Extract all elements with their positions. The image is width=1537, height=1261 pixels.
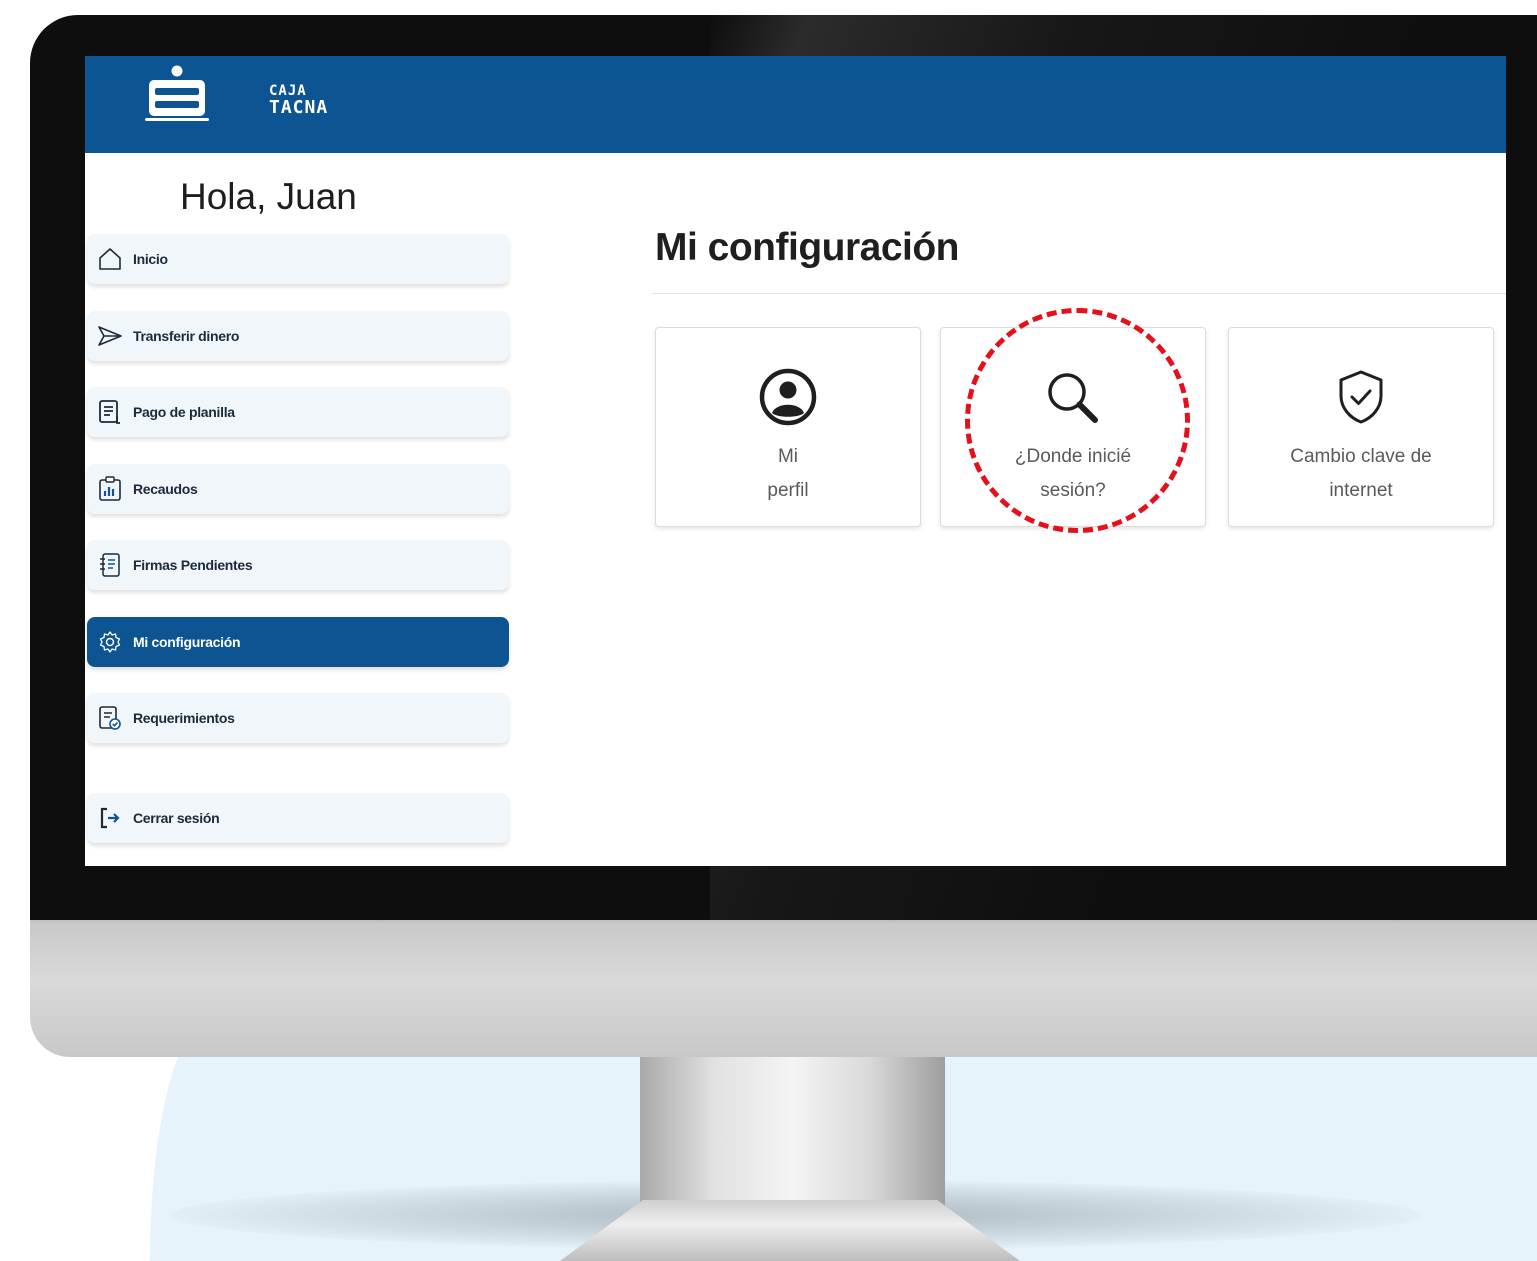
page-title: Mi configuración bbox=[655, 226, 960, 269]
app-screen: CAJA TACNA Hola, Juan Inicio Transferir … bbox=[85, 56, 1506, 866]
highlight-circle-annotation bbox=[965, 308, 1190, 533]
sidebar-item-pago-planilla[interactable]: Pago de planilla bbox=[87, 387, 509, 437]
sidebar-item-mi-configuracion[interactable]: Mi configuración bbox=[87, 617, 509, 667]
sidebar-item-label: Transferir dinero bbox=[133, 328, 240, 344]
card-label: Mi perfil bbox=[767, 446, 809, 501]
sidebar-item-transferir[interactable]: Transferir dinero bbox=[87, 311, 509, 361]
sidebar-item-label: Recaudos bbox=[133, 481, 198, 497]
sidebar-item-label: Inicio bbox=[133, 251, 168, 267]
card-cambio-clave[interactable]: Cambio clave de internet bbox=[1228, 327, 1494, 527]
logo-icon bbox=[145, 65, 209, 121]
sidebar-item-label: Pago de planilla bbox=[133, 404, 235, 420]
logout-icon bbox=[97, 805, 123, 831]
card-mi-perfil[interactable]: Mi perfil bbox=[655, 327, 921, 527]
logo-wordmark: CAJA TACNA bbox=[269, 83, 329, 118]
title-divider bbox=[652, 293, 1506, 294]
notebook-icon bbox=[97, 552, 123, 578]
caja-tacna-logo[interactable]: CAJA TACNA bbox=[145, 62, 329, 124]
gear-icon bbox=[97, 629, 123, 655]
sidebar-item-requerimientos[interactable]: Requerimientos bbox=[87, 693, 509, 743]
sidebar-item-inicio[interactable]: Inicio bbox=[87, 234, 509, 284]
greeting: Hola, Juan bbox=[180, 176, 357, 217]
sidebar-item-label: Firmas Pendientes bbox=[133, 557, 253, 573]
sidebar-item-firmas[interactable]: Firmas Pendientes bbox=[87, 540, 509, 590]
shield-check-icon bbox=[1229, 368, 1493, 424]
top-bar: CAJA TACNA bbox=[85, 56, 1506, 153]
user-circle-icon bbox=[656, 368, 920, 426]
send-icon bbox=[97, 323, 123, 349]
logout-label: Cerrar sesión bbox=[133, 810, 220, 826]
monitor-chin bbox=[30, 905, 1537, 1057]
card-label: Cambio clave de internet bbox=[1290, 446, 1432, 501]
home-icon bbox=[97, 246, 123, 272]
sidebar-item-label: Mi configuración bbox=[133, 634, 241, 650]
monitor-stand-neck bbox=[640, 1050, 945, 1220]
clipboard-chart-icon bbox=[97, 476, 123, 502]
logout-button[interactable]: Cerrar sesión bbox=[87, 793, 509, 843]
document-icon bbox=[97, 399, 123, 425]
document-check-icon bbox=[97, 705, 123, 731]
sidebar-item-recaudos[interactable]: Recaudos bbox=[87, 464, 509, 514]
sidebar-item-label: Requerimientos bbox=[133, 710, 235, 726]
